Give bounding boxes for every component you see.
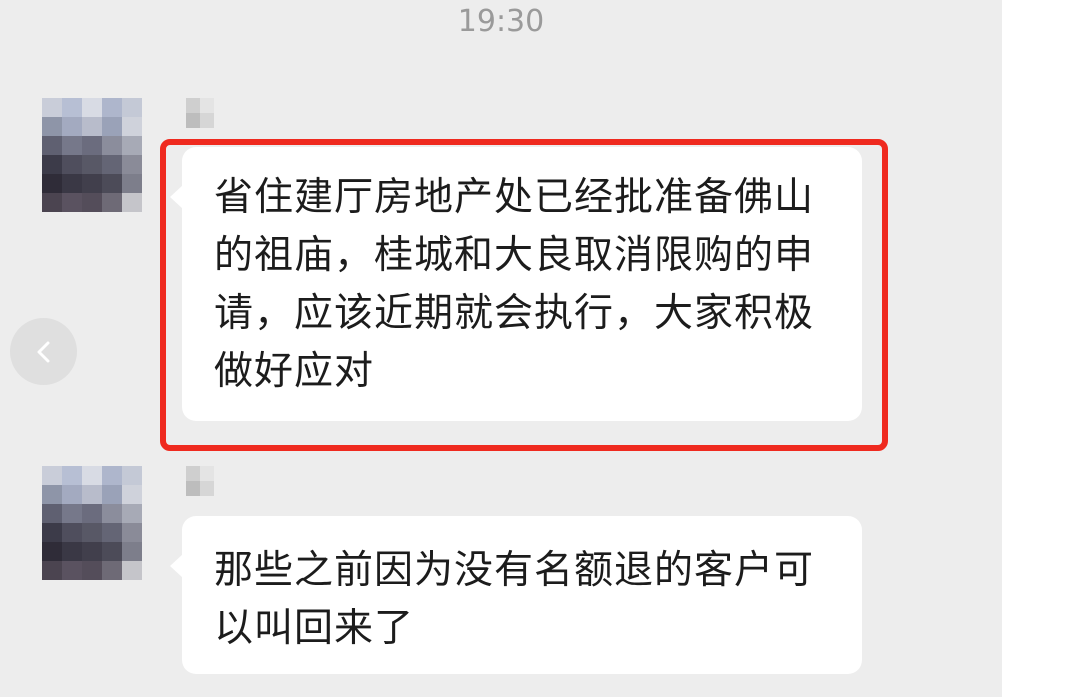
sender-avatar-pixelated[interactable] bbox=[42, 98, 142, 212]
sender-name-pixelated bbox=[186, 466, 214, 496]
message-bubble[interactable]: 那些之前因为没有名额退的客户可以叫回来了 bbox=[170, 516, 862, 674]
back-button[interactable] bbox=[10, 318, 77, 385]
chat-window: 19:30 省住建厅房地产处已经批准备佛山的祖庙，桂城和大良取消限购的申请，应该… bbox=[0, 0, 1002, 697]
message-text: 那些之前因为没有名额退的客户可以叫回来了 bbox=[214, 548, 815, 651]
chevron-left-icon bbox=[37, 341, 49, 362]
highlight-box bbox=[160, 139, 888, 451]
sender-avatar-pixelated[interactable] bbox=[42, 466, 142, 580]
message-timestamp: 19:30 bbox=[457, 4, 545, 39]
sender-name-pixelated bbox=[186, 98, 214, 128]
